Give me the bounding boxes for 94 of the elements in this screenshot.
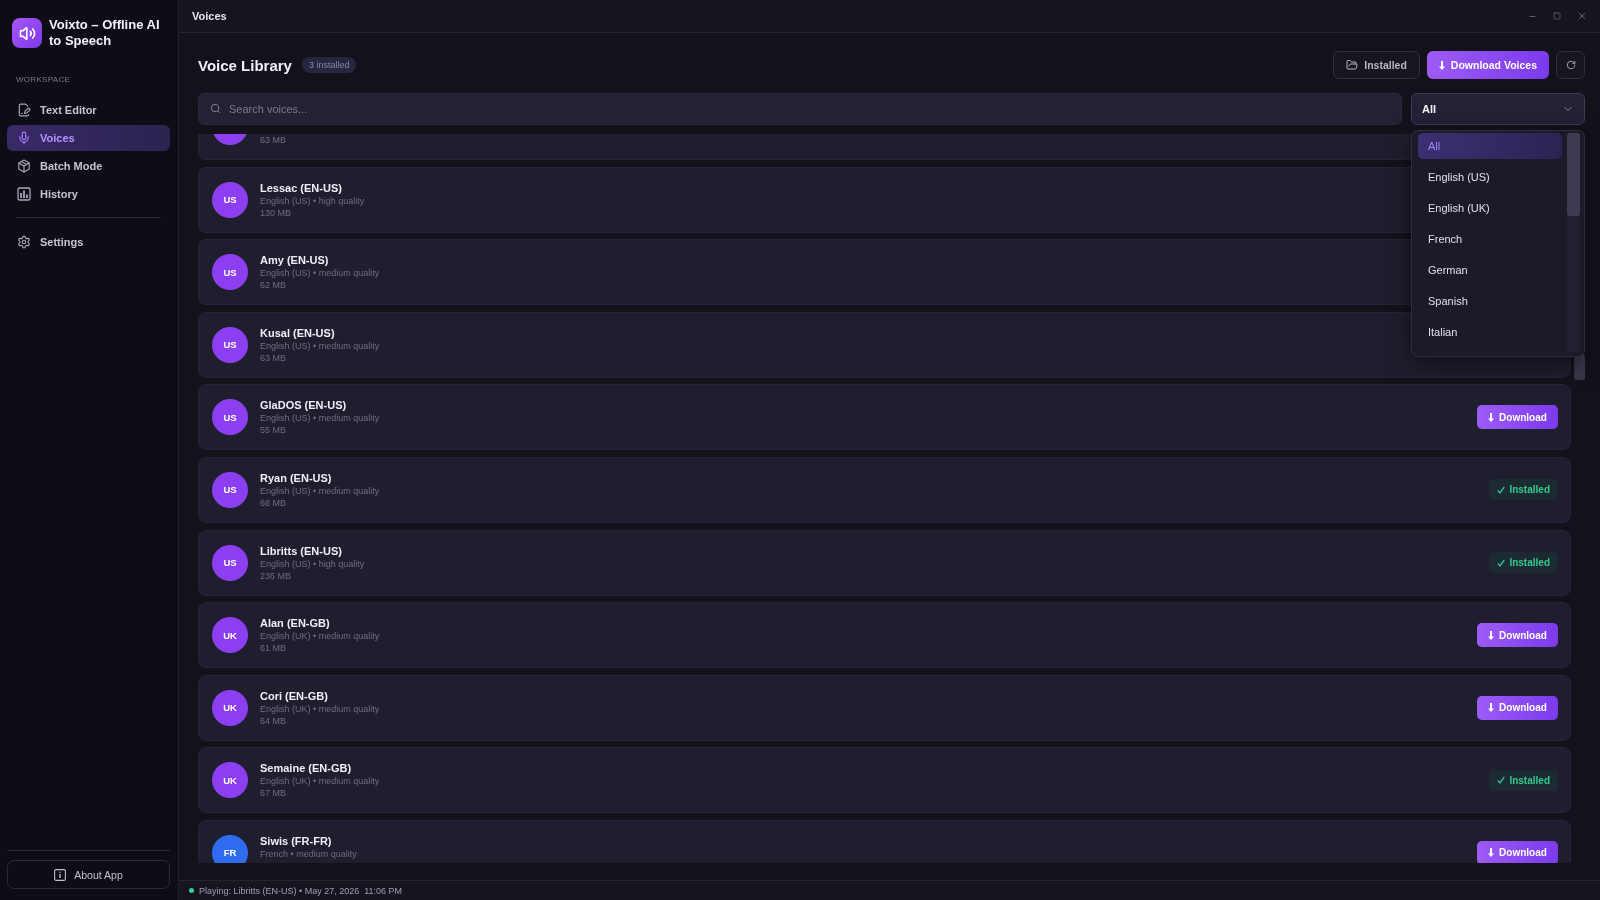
voice-avatar: FR (212, 834, 248, 863)
voice-avatar: US (212, 254, 248, 291)
voice-details: English (UK) • medium quality (260, 775, 380, 788)
info-icon (54, 868, 67, 881)
voice-avatar: UK (212, 689, 248, 726)
document-pen-icon (17, 103, 31, 117)
voice-details: English (US) • medium quality (260, 339, 380, 352)
installed-status: Installed (1489, 769, 1558, 791)
download-button[interactable]: Download (1477, 840, 1558, 863)
download-icon (1488, 848, 1495, 858)
voice-details: French • medium quality (260, 847, 357, 860)
sidebar-item[interactable]: History (7, 181, 170, 207)
list-scrollbar-thumb[interactable] (1574, 354, 1585, 380)
voice-size: 55 MB (260, 424, 286, 437)
voice-details: English (US) • high quality (260, 194, 365, 207)
voice-size: 63 MB (260, 351, 286, 364)
download-button[interactable]: Download (1477, 405, 1558, 430)
installed-count-badge: 3 installed (301, 57, 357, 73)
voice-name: Ryan (EN-US) (260, 470, 332, 485)
window-title: Voices (192, 10, 227, 22)
refresh-icon (1565, 60, 1576, 70)
status-dot-icon (189, 888, 194, 893)
dropdown-option[interactable]: All (1418, 133, 1562, 159)
dropdown-option[interactable]: German (1418, 257, 1562, 283)
voice-size: 68 MB (260, 496, 286, 509)
download-icon (1488, 703, 1495, 713)
folder-icon (1346, 59, 1359, 71)
check-icon (1497, 558, 1506, 567)
settings-icon (17, 235, 31, 249)
page-title: Voice Library (198, 56, 292, 74)
voice-name: Libritts (EN-US) (260, 543, 342, 558)
voice-details: English (UK) • medium quality (260, 702, 380, 715)
microphone-icon (17, 131, 31, 145)
voice-avatar: US (212, 181, 248, 218)
dropdown-option[interactable]: English (UK) (1418, 195, 1562, 221)
voice-details: English (UK) • medium quality (260, 630, 380, 643)
download-icon (1438, 60, 1445, 70)
voice-details: English (US) • medium quality (260, 267, 380, 280)
voice-name: Lessac (EN-US) (260, 180, 342, 195)
voice-size: 64 MB (260, 714, 286, 727)
menu-scrollbar[interactable] (1567, 133, 1580, 352)
close-icon[interactable] (1577, 11, 1587, 21)
check-icon (1497, 776, 1506, 785)
voice-name: Semaine (EN-GB) (260, 761, 352, 776)
voice-avatar: US (212, 399, 248, 436)
voice-avatar: UK (212, 762, 248, 799)
speaker-logo-icon (12, 18, 42, 48)
about-button[interactable]: About App (7, 860, 170, 889)
download-button[interactable]: Download (1477, 623, 1558, 648)
app-name: Voixto – Offline AI to Speech (49, 17, 161, 49)
status-text: Playing: Libritts (EN-US) • May 27, 2026 11:06 PM (199, 885, 403, 896)
voice-size: 236 MB (260, 569, 292, 582)
bar-chart-icon (17, 187, 31, 201)
sidebar-item[interactable]: Batch Mode (7, 153, 170, 179)
download-icon (1488, 630, 1495, 640)
voice-name: GlaDOS (EN-US) (260, 398, 347, 413)
voice-avatar: US (212, 471, 248, 508)
search-field[interactable]: Search voices... (198, 93, 1402, 125)
sidebar-item[interactable]: Settings (7, 229, 170, 255)
voice-details: English (US) • medium quality (260, 412, 380, 425)
download-voices-button[interactable]: Download Voices (1426, 51, 1549, 79)
voice-name: Siwis (FR-FR) (260, 833, 332, 848)
check-icon (1497, 485, 1506, 494)
installed-status: Installed (1489, 552, 1558, 574)
voice-name: Cori (EN-GB) (260, 688, 328, 703)
voice-name: Kusal (EN-US) (260, 325, 335, 340)
download-button[interactable]: Download (1477, 695, 1558, 720)
voice-size: 63 MB (260, 134, 286, 146)
download-icon (1488, 412, 1495, 422)
maximize-icon[interactable] (1553, 12, 1561, 20)
sidebar-item[interactable]: Text Editor (7, 97, 170, 123)
search-icon (210, 103, 221, 114)
voice-name: Alan (EN-GB) (260, 616, 330, 631)
voice-details: English (US) • high quality (260, 557, 365, 570)
voice-avatar: UK (212, 617, 248, 654)
voice-name: Amy (EN-US) (260, 253, 329, 268)
section-label: WORKSPACE (16, 75, 71, 85)
dropdown-option[interactable]: Italian (1418, 319, 1562, 345)
sidebar-item[interactable]: Voices (7, 125, 170, 151)
dropdown-option[interactable]: French (1418, 226, 1562, 252)
voice-size: 67 MB (260, 787, 286, 800)
voice-size: 61 MB (260, 642, 286, 655)
dropdown-option[interactable]: Spanish (1418, 288, 1562, 314)
refresh-button[interactable] (1556, 51, 1585, 79)
language-select[interactable]: All (1411, 93, 1585, 125)
voice-avatar: US (212, 326, 248, 363)
installed-button[interactable]: Installed (1333, 51, 1420, 79)
voice-size: 130 MB (260, 206, 292, 219)
dropdown-option[interactable]: English (US) (1418, 164, 1562, 190)
voice-size: 62 MB (260, 279, 286, 292)
installed-status: Installed (1489, 479, 1558, 501)
voice-avatar: US (212, 544, 248, 581)
package-icon (17, 159, 31, 173)
voice-details: English (US) • medium quality (260, 484, 380, 497)
